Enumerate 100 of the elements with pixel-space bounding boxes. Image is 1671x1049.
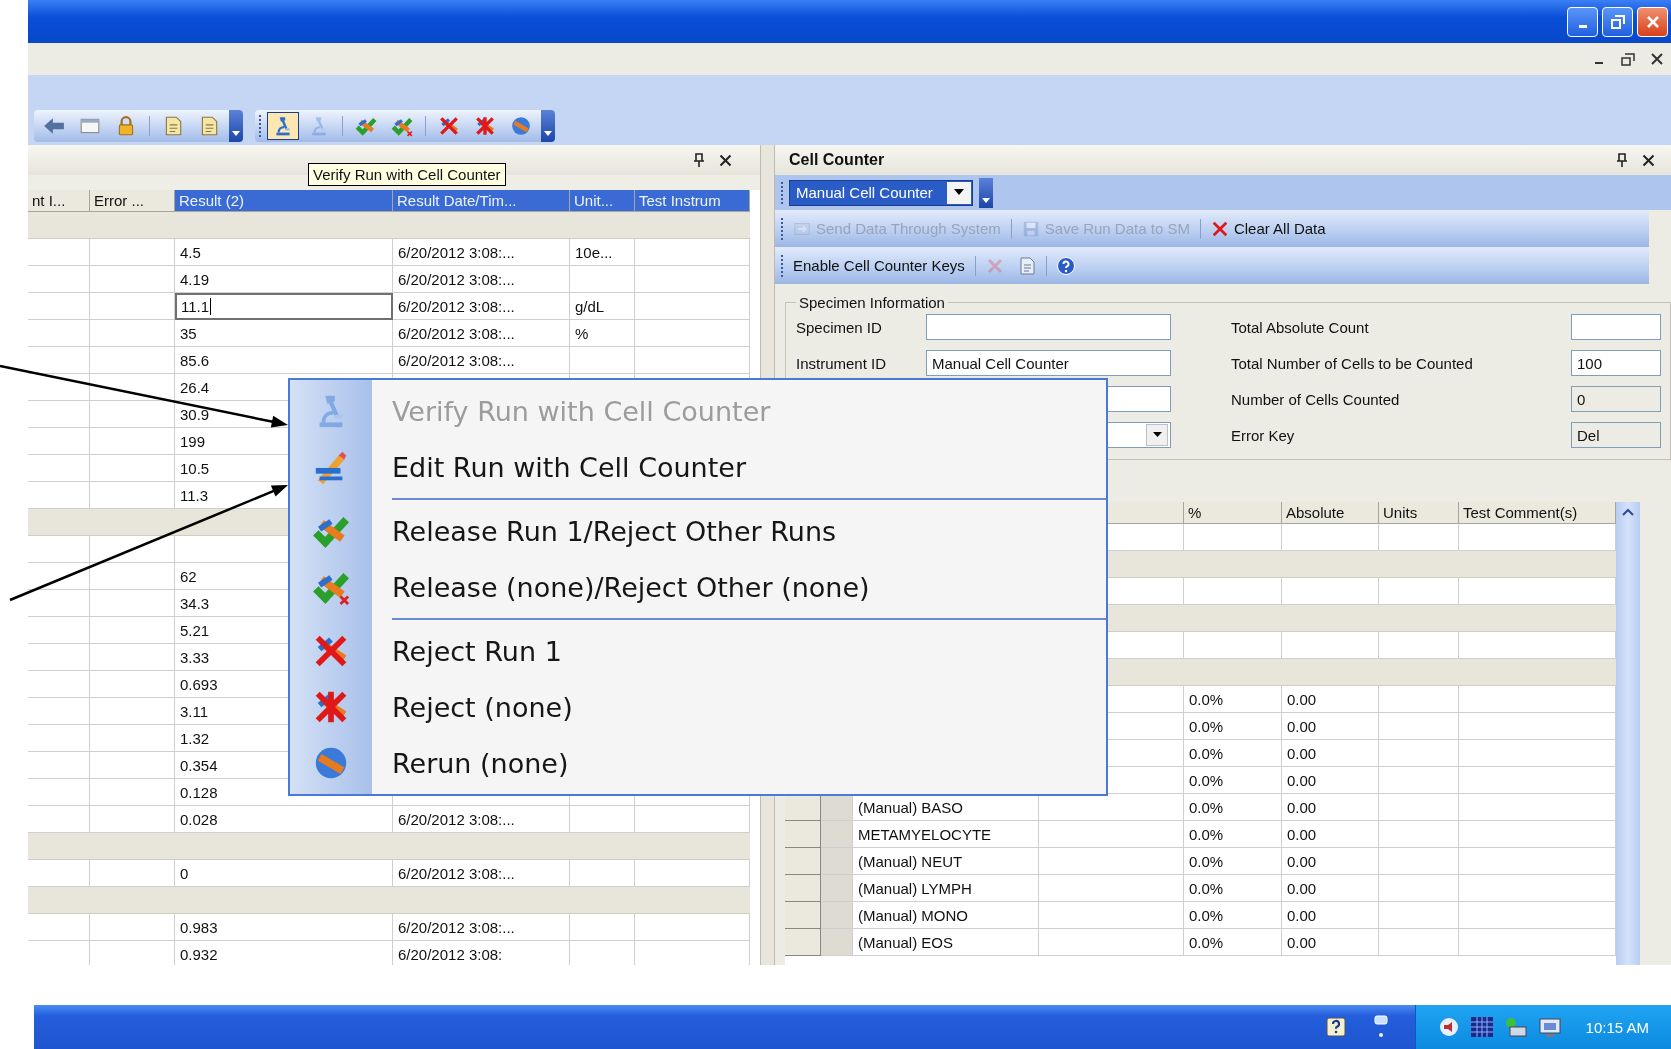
cross-icon	[474, 115, 496, 137]
cell-editor[interactable]: 11.1	[175, 293, 393, 320]
caret-icon	[1152, 432, 1162, 438]
field-label: Total Absolute Count	[1231, 318, 1370, 336]
close-icon	[1645, 14, 1660, 29]
table-cell	[821, 875, 853, 902]
table-cell: 0.00	[1282, 686, 1379, 713]
table-cell	[28, 239, 90, 266]
table-cell: 6/20/2012 3:08:...	[393, 293, 570, 320]
table-cell: 0.028	[175, 806, 393, 833]
dropdown-button[interactable]	[1146, 424, 1168, 446]
minimize-icon	[1578, 25, 1587, 28]
text-field[interactable]: 100	[1571, 350, 1661, 376]
text-field[interactable]	[1571, 314, 1661, 340]
monitor-icon[interactable]	[1537, 1016, 1562, 1038]
restore-button[interactable]	[1602, 6, 1633, 37]
table-cell	[821, 794, 853, 821]
pane-title: Cell Counter	[789, 151, 886, 169]
text-field[interactable]: Manual Cell Counter	[926, 350, 1171, 376]
close-icon[interactable]	[1642, 153, 1655, 167]
table-cell	[28, 860, 90, 887]
column-header[interactable]: %	[1184, 502, 1282, 524]
table-cell	[28, 293, 90, 320]
table-cell	[821, 821, 853, 848]
table-cell	[28, 617, 90, 644]
table-cell	[28, 914, 90, 941]
overflow-button[interactable]	[229, 110, 243, 142]
column-header[interactable]: Test Comment(s)	[1459, 502, 1616, 524]
row-header[interactable]	[785, 875, 821, 902]
table-cell: 0.0%	[1184, 821, 1282, 848]
table-cell	[28, 401, 90, 428]
close-icon[interactable]	[719, 153, 732, 167]
table-cell: 0.0%	[1184, 794, 1282, 821]
instrument-dropdown[interactable]: Manual Cell Counter	[789, 179, 973, 206]
clock: 10:15 AM	[1585, 1018, 1649, 1036]
table-cell: 6/20/2012 3:08:...	[393, 347, 570, 374]
column-header[interactable]: nt I...	[28, 190, 90, 212]
field-label: Error Key	[1231, 426, 1296, 444]
overflow-button[interactable]	[978, 177, 993, 208]
table-cell: 0.00	[1282, 848, 1379, 875]
table-cell	[28, 374, 90, 401]
close-icon[interactable]	[1651, 53, 1663, 65]
pin-icon[interactable]	[693, 153, 705, 167]
table-cell: 6/20/2012 3:08:...	[393, 266, 570, 293]
help-icon	[1055, 255, 1076, 276]
speaker-icon[interactable]	[1437, 1016, 1460, 1038]
field-label: Specimen ID	[796, 318, 883, 336]
computer-icon[interactable]	[1503, 1016, 1528, 1038]
table-cell: 6/20/2012 3:08:...	[393, 239, 570, 266]
restore-icon[interactable]	[1621, 52, 1635, 66]
caret-icon	[232, 131, 240, 137]
table-cell	[570, 806, 635, 833]
table-cell: 0.00	[1282, 767, 1379, 794]
row-header[interactable]	[785, 821, 821, 848]
row-header[interactable]	[785, 794, 821, 821]
table-cell: 35	[175, 320, 393, 347]
column-header[interactable]: Absolute	[1282, 502, 1379, 524]
table-cell: 0.00	[1282, 713, 1379, 740]
table-cell	[28, 725, 90, 752]
column-header[interactable]: Unit...	[570, 190, 635, 212]
row-header[interactable]	[785, 848, 821, 875]
pin-icon[interactable]	[1616, 153, 1628, 167]
field-label: Instrument ID	[796, 354, 888, 372]
network-icon[interactable]	[1372, 1014, 1389, 1040]
column-header[interactable]: Error ...	[90, 190, 175, 212]
field-label: Number of Cells Counted	[1231, 390, 1401, 408]
table-cell: 0.983	[175, 914, 393, 941]
column-header[interactable]: Units	[1379, 502, 1459, 524]
table-cell	[28, 266, 90, 293]
table-cell: 4.19	[175, 266, 393, 293]
column-header[interactable]: Result (2)	[175, 190, 393, 212]
table-cell: g/dL	[570, 293, 635, 320]
grid-icon[interactable]	[1469, 1016, 1494, 1038]
table-cell	[28, 347, 90, 374]
table-cell: 0.00	[1282, 794, 1379, 821]
column-header[interactable]: Test Instrum	[635, 190, 750, 212]
column-header[interactable]: Result Date/Tim...	[393, 190, 570, 212]
minimize-button[interactable]	[1567, 6, 1598, 37]
caret-icon	[953, 189, 964, 196]
text-field[interactable]	[926, 314, 1171, 340]
toolbar-button[interactable]: Clear All Data	[1206, 216, 1330, 241]
row-header[interactable]	[785, 902, 821, 929]
scrollbar[interactable]	[1616, 502, 1640, 965]
overflow-button[interactable]	[541, 110, 555, 142]
close-button[interactable]	[1637, 6, 1668, 37]
scroll-up-icon[interactable]	[1622, 508, 1634, 516]
table-cell: 0.00	[1282, 902, 1379, 929]
restore-icon	[1609, 13, 1626, 30]
table-cell	[570, 914, 635, 941]
table-cell: 6/20/2012 3:08:...	[393, 320, 570, 347]
table-cell: 0.0%	[1184, 929, 1282, 956]
table-cell	[821, 848, 853, 875]
table-cell: 0.0%	[1184, 875, 1282, 902]
caret-icon	[544, 131, 552, 137]
microscope-button[interactable]	[267, 112, 299, 140]
tooltip: Verify Run with Cell Counter	[308, 163, 506, 186]
table-cell	[821, 902, 853, 929]
row-header[interactable]	[785, 929, 821, 956]
help-icon[interactable]	[1324, 1016, 1347, 1038]
toolbar-button[interactable]: Enable Cell Counter Keys	[789, 254, 969, 277]
